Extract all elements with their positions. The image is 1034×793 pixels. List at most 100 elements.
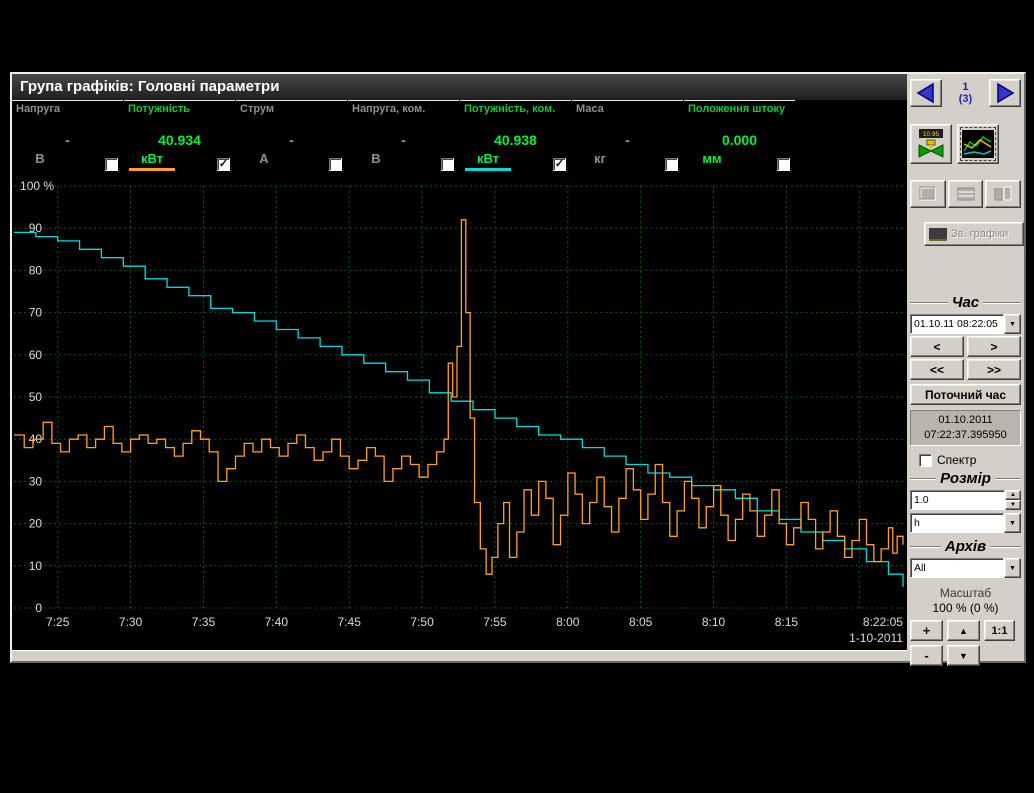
channel-visibility-checkbox[interactable] (777, 158, 790, 171)
channel-title: Положення штоку (688, 103, 791, 115)
size-section-header: Розмір (910, 470, 1021, 487)
view-switcher: 10.95 (910, 124, 1021, 164)
size-header-label: Розмір (940, 470, 991, 487)
archive-value: All (910, 558, 1004, 578)
channel-visibility-checkbox[interactable]: ✓ (217, 158, 230, 171)
move-up-button[interactable]: ▲ (947, 620, 980, 641)
x-axis-label: 8:05 (629, 615, 653, 629)
page-forward-button[interactable]: >> (967, 359, 1021, 380)
x-axis-label: 7:55 (483, 615, 507, 629)
x-axis-label: 7:25 (46, 615, 70, 629)
channel-panels: Напруга-ВПотужність40.934кВт✓Струм-АНапр… (12, 100, 907, 174)
report-icon (917, 185, 939, 203)
main-column: Група графіків: Головні параметри Напруг… (12, 74, 907, 661)
x-axis-label: 7:40 (265, 615, 289, 629)
series-Потужність (14, 220, 903, 574)
time-page-row: << >> (910, 359, 1021, 380)
spin-up-icon[interactable]: ▲ (1005, 490, 1021, 500)
channel-value: 0.000 (684, 132, 795, 148)
timestamp-date: 01.10.2011 (911, 413, 1020, 428)
y-axis-label: 0 (35, 601, 42, 615)
group-total: (3) (959, 93, 972, 105)
size-unit-combobox[interactable]: h ▼ (910, 513, 1021, 533)
zoom-out-button[interactable]: - (910, 645, 943, 666)
linked-graphs-label: Зв. графіки (951, 228, 1008, 240)
y-axis-label: 10 (29, 559, 43, 573)
arrow-left-icon (913, 81, 939, 105)
channel-value: 40.938 (460, 132, 571, 148)
trend-chart-icon (962, 130, 994, 158)
channel-unit: кВт (129, 151, 175, 171)
dropdown-arrow-icon[interactable]: ▼ (1004, 513, 1021, 533)
channel-visibility-checkbox[interactable]: ✓ (553, 158, 566, 171)
channel-visibility-checkbox[interactable] (441, 158, 454, 171)
channel-unit: В (17, 151, 63, 171)
channel-visibility-checkbox[interactable] (105, 158, 118, 171)
channel-value: - (348, 132, 459, 148)
channel-title: Струм (240, 103, 343, 115)
spectrum-checkbox[interactable] (919, 454, 932, 467)
dropdown-arrow-icon[interactable]: ▼ (1004, 314, 1021, 334)
next-group-button[interactable] (989, 79, 1021, 107)
size-value-field[interactable]: 1.0 (910, 490, 1005, 510)
trends-view-button[interactable] (957, 124, 999, 164)
table-tool-button[interactable] (948, 180, 984, 208)
mnemonic-view-button[interactable]: 10.95 (910, 124, 952, 164)
svg-text:10.95: 10.95 (923, 131, 940, 138)
spectrum-row: Спектр (910, 453, 1021, 467)
channel-title: Маса (576, 103, 679, 115)
channel-bottom-row: В (17, 151, 118, 171)
x-axis-date-label: 1-10-2011 (849, 631, 903, 645)
time-step-row: < > (910, 336, 1021, 357)
channel-bottom-row: кг (577, 151, 678, 171)
scale-value: 100 % (0 %) (910, 601, 1021, 615)
current-time-button[interactable]: Поточний час (910, 384, 1021, 405)
one-to-one-button[interactable]: 1:1 (984, 620, 1015, 641)
step-back-button[interactable]: < (910, 336, 964, 357)
channel-panel: Положення штоку 0.000 мм (684, 100, 795, 174)
channel-visibility-checkbox[interactable] (329, 158, 342, 171)
bottom-strip (12, 650, 907, 661)
channel-visibility-checkbox[interactable] (665, 158, 678, 171)
x-axis-label: 7:30 (119, 615, 143, 629)
table-icon (955, 185, 977, 203)
group-navigation: 1 (3) (910, 78, 1021, 108)
size-unit-value: h (910, 513, 1004, 533)
x-axis-label: 7:35 (192, 615, 216, 629)
channel-value: - (236, 132, 347, 148)
archive-combobox[interactable]: All ▼ (910, 558, 1021, 578)
time-section-header: Час (910, 294, 1021, 311)
group-page: 1 (959, 81, 972, 93)
desktop: Група графіків: Головні параметри Напруг… (0, 0, 1034, 793)
channel-title: Напруга, ком. (352, 103, 455, 115)
dropdown-arrow-icon[interactable]: ▼ (1004, 558, 1021, 578)
chart-plot[interactable]: 7:257:307:357:407:457:507:558:008:058:10… (12, 174, 907, 650)
channel-bottom-row: мм (689, 151, 790, 171)
x-axis-label: 8:15 (775, 615, 799, 629)
report-tool-button[interactable] (910, 180, 946, 208)
zoom-in-button[interactable]: + (910, 620, 943, 641)
linked-graphs-icon (929, 228, 947, 241)
y-axis-label: 70 (29, 306, 43, 320)
channel-unit: В (353, 151, 399, 171)
archive-section-header: Архів (910, 538, 1021, 555)
prev-group-button[interactable] (910, 79, 942, 107)
chart-svg: 7:257:307:357:407:457:507:558:008:058:10… (12, 174, 907, 650)
sidebar: 1 (3) 10.95 (907, 74, 1024, 661)
channel-bottom-row: кВт✓ (465, 151, 566, 171)
export-tool-button[interactable] (985, 180, 1021, 208)
valve-icon: 10.95 (916, 128, 946, 160)
linked-graphs-button[interactable]: Зв. графіки (924, 222, 1024, 246)
time-combobox-value: 01.10.11 08:22:05 (910, 314, 1004, 334)
timestamp-time: 07:22:37.395950 (911, 428, 1020, 443)
spin-down-icon[interactable]: ▼ (1005, 500, 1021, 510)
channel-panel: Потужність40.934кВт✓ (124, 100, 235, 174)
channel-unit: кг (577, 151, 623, 171)
spectrum-label: Спектр (937, 453, 976, 467)
move-down-button[interactable]: ▼ (947, 645, 980, 666)
step-forward-button[interactable]: > (967, 336, 1021, 357)
y-axis-top-label: 100 % (20, 179, 54, 193)
channel-value: 40.934 (124, 132, 235, 148)
page-back-button[interactable]: << (910, 359, 964, 380)
time-combobox[interactable]: 01.10.11 08:22:05 ▼ (910, 314, 1021, 334)
